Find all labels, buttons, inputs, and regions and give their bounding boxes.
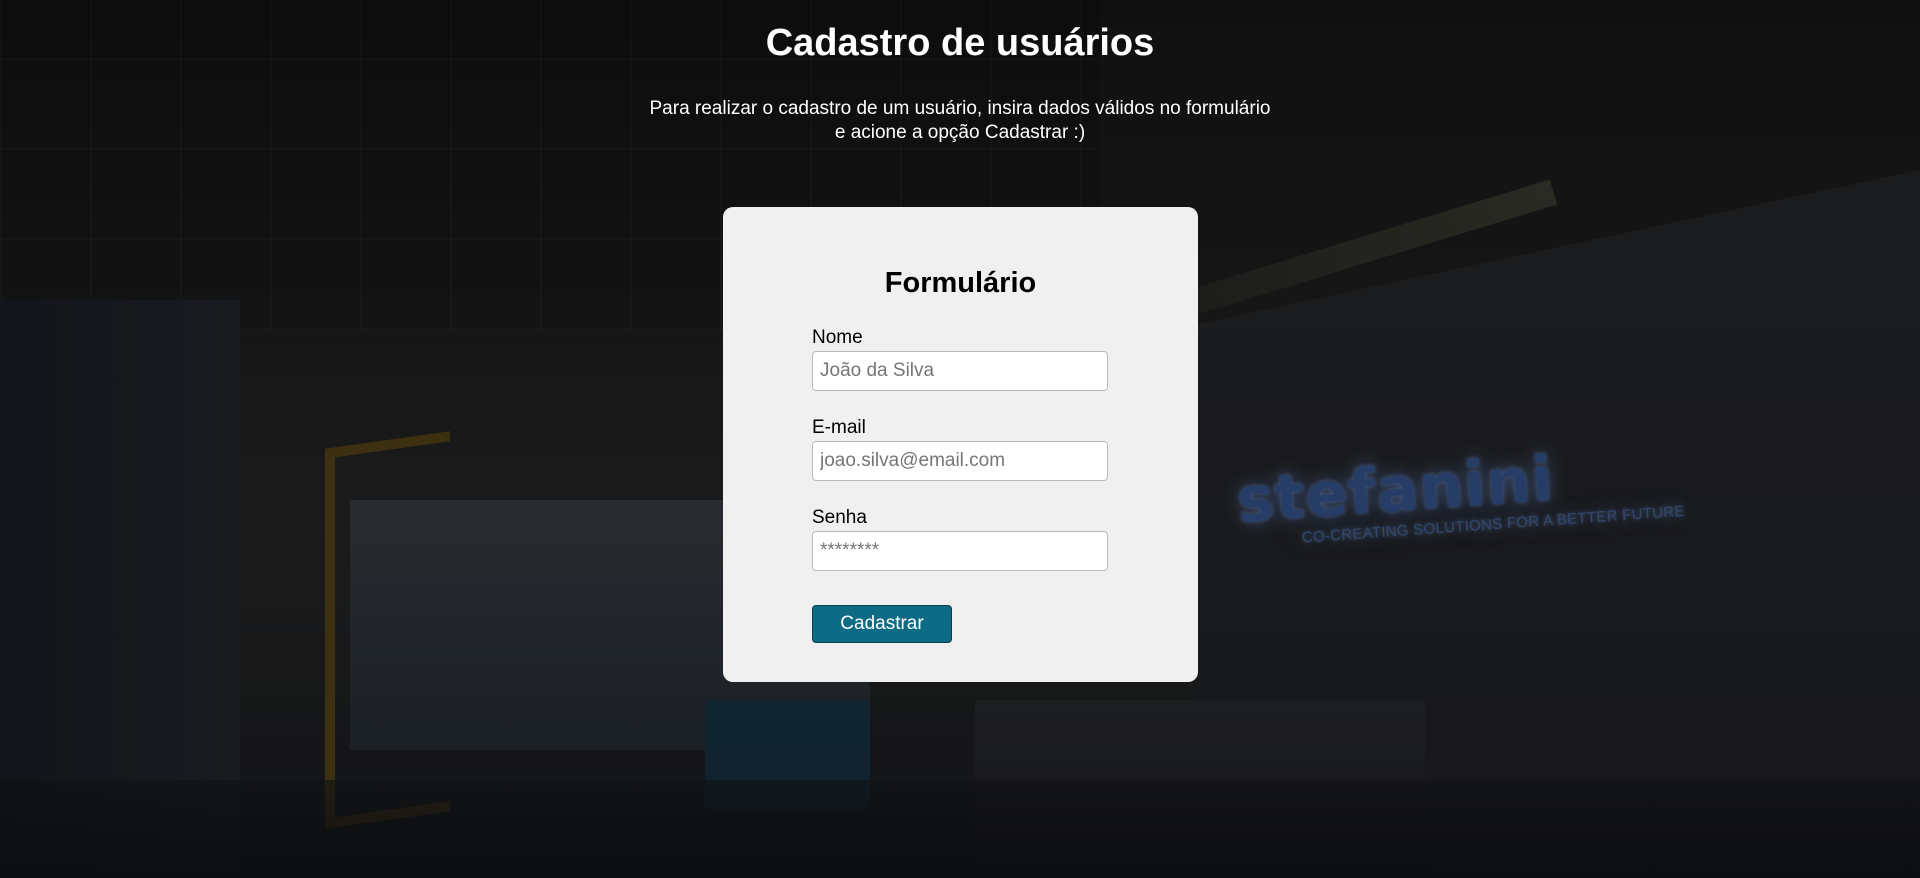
name-label: Nome — [812, 327, 863, 348]
email-input[interactable] — [812, 441, 1108, 481]
password-field-group: Senha — [812, 507, 1108, 571]
page-subtitle: Para realizar o cadastro de um usuário, … — [610, 97, 1310, 145]
registration-form-card: Formulário Nome E-mail Senha Cadastrar — [723, 207, 1198, 682]
form-title: Formulário — [884, 267, 1037, 299]
page-title: Cadastro de usuários — [765, 22, 1155, 64]
password-input[interactable] — [812, 531, 1108, 571]
name-field-group: Nome — [812, 327, 1108, 391]
name-input[interactable] — [812, 351, 1108, 391]
email-label: E-mail — [812, 417, 866, 438]
email-field-group: E-mail — [812, 417, 1108, 481]
page-subtitle-line-2: e acione a opção Cadastrar :) — [834, 122, 1086, 143]
page-subtitle-line-1: Para realizar o cadastro de um usuário, … — [649, 98, 1271, 119]
submit-button[interactable]: Cadastrar — [812, 605, 952, 643]
password-label: Senha — [812, 507, 867, 528]
page-content: Cadastro de usuários Para realizar o cad… — [0, 0, 1920, 878]
